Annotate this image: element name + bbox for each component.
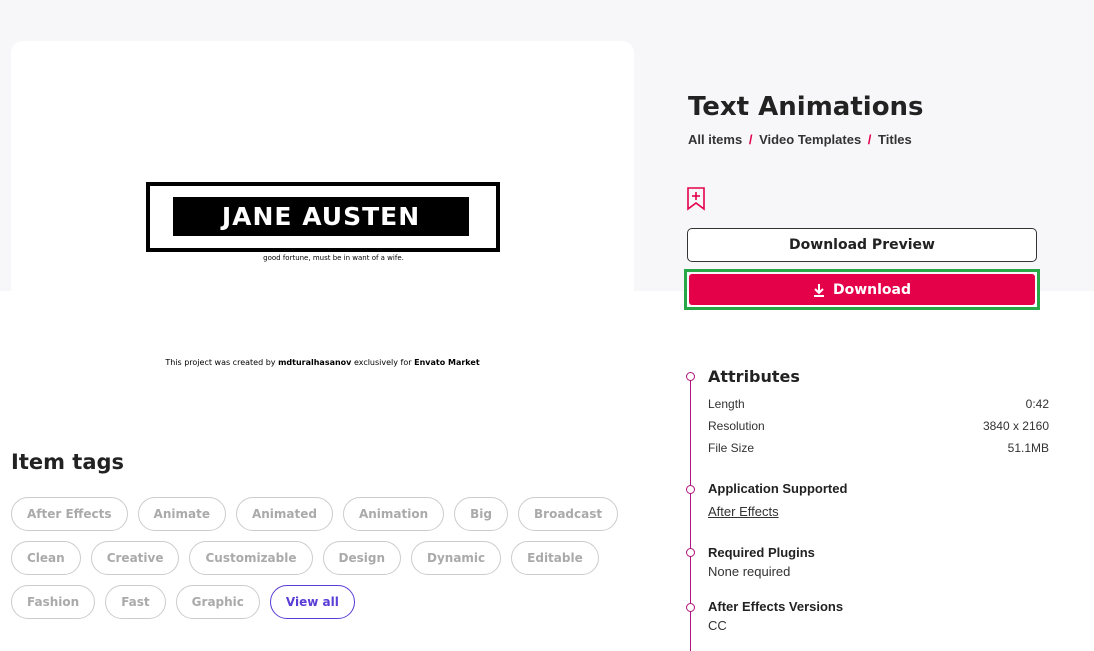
tag-fashion[interactable]: Fashion xyxy=(11,585,96,619)
attribute-label: Resolution xyxy=(708,419,765,433)
download-button[interactable]: Download xyxy=(689,274,1035,305)
preview-subtext: good fortune, must be in want of a wife. xyxy=(263,254,404,262)
ae-versions-title: After Effects Versions xyxy=(708,599,844,614)
breadcrumb: All items / Video Templates / Titles xyxy=(688,132,912,147)
tag-fast[interactable]: Fast xyxy=(105,585,166,619)
preview-title-frame: JANE AUSTEN xyxy=(146,182,500,252)
tag-animation[interactable]: Animation xyxy=(342,497,445,531)
download-preview-button[interactable]: Download Preview xyxy=(687,228,1037,262)
tag-animated[interactable]: Animated xyxy=(235,497,333,531)
tag-row: After Effects Animate Animated Animation… xyxy=(11,497,631,531)
timeline-dot xyxy=(686,485,695,494)
attribute-label: Length xyxy=(708,397,745,411)
tag-row: Clean Creative Customizable Design Dynam… xyxy=(11,541,631,575)
timeline-dot xyxy=(686,372,695,381)
tag-after-effects[interactable]: After Effects xyxy=(11,497,128,531)
tag-design[interactable]: Design xyxy=(322,541,401,575)
attribute-value: 3840 x 2160 xyxy=(982,419,1049,433)
tag-customizable[interactable]: Customizable xyxy=(189,541,313,575)
tag-big[interactable]: Big xyxy=(454,497,509,531)
credit-author: mdturalhasanov xyxy=(278,358,352,367)
breadcrumb-video-templates[interactable]: Video Templates xyxy=(759,132,861,147)
breadcrumb-separator: / xyxy=(748,132,753,147)
download-button-highlight: Download xyxy=(684,269,1040,310)
breadcrumb-titles[interactable]: Titles xyxy=(878,132,912,147)
tag-list: After Effects Animate Animated Animation… xyxy=(11,497,631,629)
view-all-tags-button[interactable]: View all xyxy=(269,585,355,619)
download-label: Download xyxy=(832,281,912,298)
tag-editable[interactable]: Editable xyxy=(511,541,599,575)
attributes-title: Attributes xyxy=(708,367,800,386)
attribute-row: Resolution 3840 x 2160 xyxy=(708,419,1049,433)
attribute-label: File Size xyxy=(708,441,755,455)
attribute-row: Length 0:42 xyxy=(708,397,1049,411)
breadcrumb-all-items[interactable]: All items xyxy=(688,132,742,147)
required-plugins-title: Required Plugins xyxy=(708,545,815,560)
preview-card[interactable]: JANE AUSTEN good fortune, must be in wan… xyxy=(11,41,634,341)
credit-middle: exclusively for xyxy=(353,358,412,367)
attribute-row: File Size 51.1MB xyxy=(708,441,1049,455)
tag-animate[interactable]: Animate xyxy=(137,497,226,531)
item-title: Text Animations xyxy=(688,92,924,122)
required-plugins-value: None required xyxy=(708,564,791,579)
credit-market: Envato Market xyxy=(414,358,480,367)
timeline-dot xyxy=(686,603,695,612)
timeline-dot xyxy=(686,548,695,557)
download-icon xyxy=(813,283,824,297)
bookmark-plus-icon[interactable] xyxy=(686,187,706,211)
preview-heading: JANE AUSTEN xyxy=(173,197,469,236)
preview-credit: This project was created by mdturalhasan… xyxy=(11,358,634,367)
attribute-value: 0:42 xyxy=(1025,397,1049,411)
application-supported-link[interactable]: After Effects xyxy=(708,504,779,519)
breadcrumb-separator: / xyxy=(867,132,872,147)
tag-dynamic[interactable]: Dynamic xyxy=(411,541,502,575)
tag-creative[interactable]: Creative xyxy=(90,541,180,575)
credit-prefix: This project was created by xyxy=(165,358,276,367)
tag-broadcast[interactable]: Broadcast xyxy=(518,497,619,531)
item-tags-title: Item tags xyxy=(11,450,125,474)
tag-clean[interactable]: Clean xyxy=(11,541,81,575)
attribute-value: 51.1MB xyxy=(1007,441,1049,455)
application-supported-title: Application Supported xyxy=(708,481,848,496)
ae-versions-value: CC xyxy=(708,618,727,633)
tag-graphic[interactable]: Graphic xyxy=(175,585,260,619)
tag-row: Fashion Fast Graphic View all xyxy=(11,585,631,619)
